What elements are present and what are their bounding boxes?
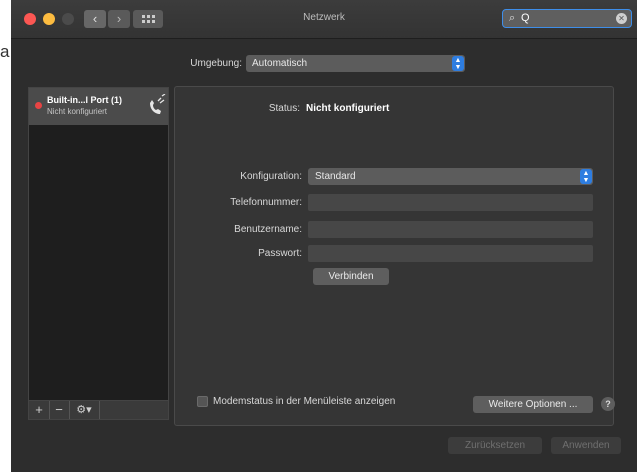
apply-button[interactable]: Anwenden	[551, 437, 621, 454]
status-value: Nicht konfiguriert	[306, 103, 390, 114]
connect-button[interactable]: Verbinden	[313, 268, 389, 285]
more-options-button[interactable]: Weitere Optionen ...	[473, 396, 593, 413]
search-input[interactable]: Q	[521, 12, 530, 24]
status-label: Status:	[268, 103, 300, 114]
search-field[interactable]: ⌕ Q ✕	[502, 9, 632, 28]
clear-search-icon[interactable]: ✕	[616, 13, 627, 24]
location-value: Automatisch	[252, 58, 308, 69]
username-field[interactable]	[308, 221, 593, 238]
configuration-stepper-icon: ▲ ▼	[580, 169, 592, 184]
add-service-button[interactable]: +	[29, 401, 50, 419]
configuration-label: Konfiguration:	[240, 171, 302, 182]
location-stepper-icon: ▲ ▼	[452, 56, 464, 71]
location-label: Umgebung:	[190, 58, 242, 69]
service-name: Built-in...l Port (1)	[47, 95, 122, 105]
phone-number-field[interactable]	[308, 194, 593, 211]
phone-icon	[150, 94, 166, 114]
password-field[interactable]	[308, 245, 593, 262]
service-actions-gear-icon[interactable]: ⚙▾	[69, 401, 100, 419]
background-text: a	[0, 42, 10, 61]
modem-status-checkbox[interactable]	[197, 396, 208, 407]
title-bar: ‹ › Netzwerk ⌕ Q ✕	[11, 0, 637, 39]
configuration-value: Standard	[315, 171, 356, 182]
service-list-toolbar: + − ⚙▾	[28, 400, 169, 420]
service-status: Nicht konfiguriert	[47, 107, 108, 116]
network-preferences-window: ‹ › Netzwerk ⌕ Q ✕ Umgebung: Automatisch…	[11, 0, 637, 472]
help-button[interactable]: ?	[601, 397, 615, 411]
service-list[interactable]: Built-in...l Port (1) Nicht konfiguriert	[28, 87, 169, 401]
search-icon: ⌕	[509, 12, 516, 24]
service-status-dot	[35, 102, 42, 109]
configuration-select[interactable]: Standard ▲ ▼	[308, 168, 593, 185]
phone-number-label: Telefonnummer:	[230, 197, 302, 208]
service-item[interactable]: Built-in...l Port (1) Nicht konfiguriert	[29, 88, 168, 125]
revert-button[interactable]: Zurücksetzen	[448, 437, 542, 454]
modem-status-label: Modemstatus in der Menüleiste anzeigen	[213, 396, 396, 407]
username-label: Benutzername:	[234, 224, 302, 235]
remove-service-button[interactable]: −	[49, 401, 70, 419]
location-select[interactable]: Automatisch ▲ ▼	[246, 55, 465, 72]
password-label: Passwort:	[258, 248, 302, 259]
